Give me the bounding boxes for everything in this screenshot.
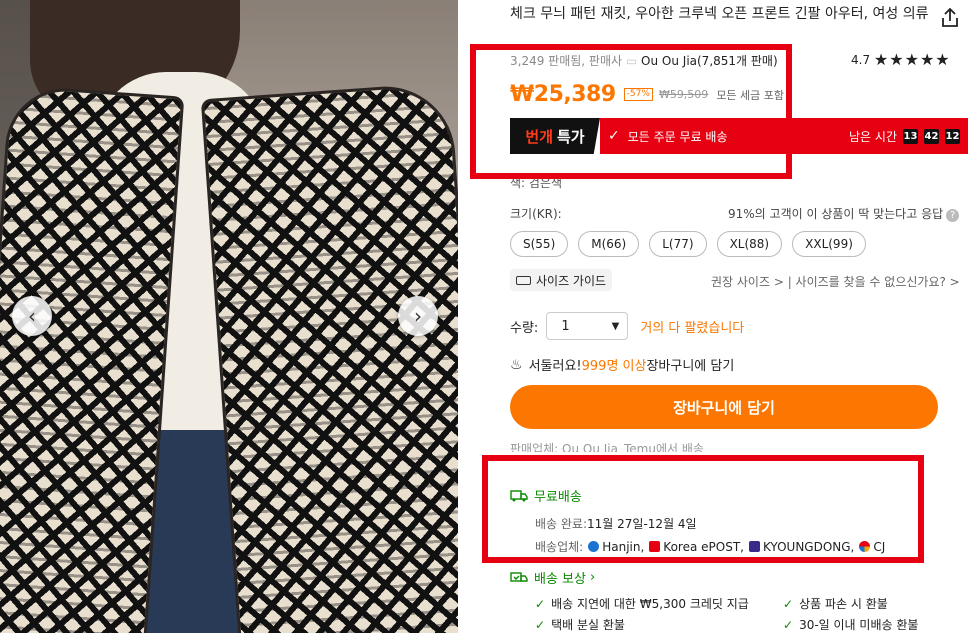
size-option-l[interactable]: L(77) [649,231,707,257]
quantity-label: 수량: [510,320,539,336]
guarantee-item: ✓ 30-일 이내 미배송 환불 [783,618,919,632]
product-image[interactable]: ‹ › [0,0,458,633]
sold-by-note: 판매업체: Ou Ou Jia_Temu에서 배송 [510,442,704,452]
share-icon[interactable] [938,6,962,30]
rating-value: 4.7 [851,53,871,67]
shield-truck-icon [510,571,528,582]
recommend-size-links[interactable]: 권장 사이즈 > | 사이즈를 찾을 수 없으신가요? > [711,273,960,290]
highlight-box-price [470,44,792,179]
product-title: 체크 무늬 패턴 재킷, 우아한 크루넥 오픈 프론트 긴팔 아우터, 여성 의… [510,6,929,22]
chevron-right-icon: › [589,570,596,585]
hurry-note: ♨ 서둘러요! 999명 이상 장바구니에 담기 [510,356,735,375]
fit-note: 91%의 고객이 이 상품이 딱 맞는다고 응답? [728,205,960,222]
ruler-icon [516,275,531,285]
delivery-guarantee-title[interactable]: 배송 보상 › [510,568,595,587]
chevron-left-icon: ‹ [28,304,36,328]
image-next-button[interactable]: › [398,296,438,336]
size-option-xl[interactable]: XL(88) [716,231,783,257]
star-rating-icon: ★★★★★ [873,50,951,69]
check-icon: ✓ [783,618,794,632]
image-prev-button[interactable]: ‹ [12,296,52,336]
help-icon[interactable]: ? [946,209,960,222]
guarantee-item: ✓ 택배 분실 환불 [535,618,625,632]
check-icon: ✓ [783,597,794,611]
guarantee-item: ✓ 배송 지연에 대한 ₩5,300 크레딧 지급 [535,597,749,611]
size-option-s[interactable]: S(55) [510,231,569,257]
quantity-row: 수량: 1 ▼ 거의 다 팔렸습니다 [510,312,744,340]
jacket-right-panel [200,81,458,633]
size-option-m[interactable]: M(66) [578,231,640,257]
add-to-cart-button[interactable]: 장바구니에 담기 [510,385,938,429]
highlight-box-shipping [482,455,924,563]
flame-icon: ♨ [510,356,523,373]
countdown: 남은 시간 13 42 12 [849,118,968,154]
guarantee-item: ✓ 상품 파손 시 환불 [783,597,888,611]
quantity-select[interactable]: 1 ▼ [546,312,629,340]
stock-note: 거의 다 팔렸습니다 [640,320,745,336]
countdown-seconds: 12 [945,128,960,144]
chevron-down-icon: ▼ [611,320,620,332]
size-options: S(55) M(66) L(77) XL(88) XXL(99) [510,231,866,257]
countdown-hours: 13 [903,128,918,144]
countdown-label: 남은 시간 [849,129,897,144]
size-header: 크기(KR): 91%의 고객이 이 상품이 딱 맞는다고 응답? [510,205,968,222]
countdown-minutes: 42 [924,128,939,144]
rating[interactable]: 4.7 ★★★★★ [851,50,951,69]
size-guide-button[interactable]: 사이즈 가이드 [510,269,613,291]
check-icon: ✓ [535,618,546,632]
chevron-right-icon: › [414,304,422,328]
size-label: 크기(KR): [510,207,562,221]
size-option-xxl[interactable]: XXL(99) [792,231,866,257]
size-guide-row: 사이즈 가이드 권장 사이즈 > | 사이즈를 찾을 수 없으신가요? > [510,269,968,291]
check-icon: ✓ [535,597,546,611]
